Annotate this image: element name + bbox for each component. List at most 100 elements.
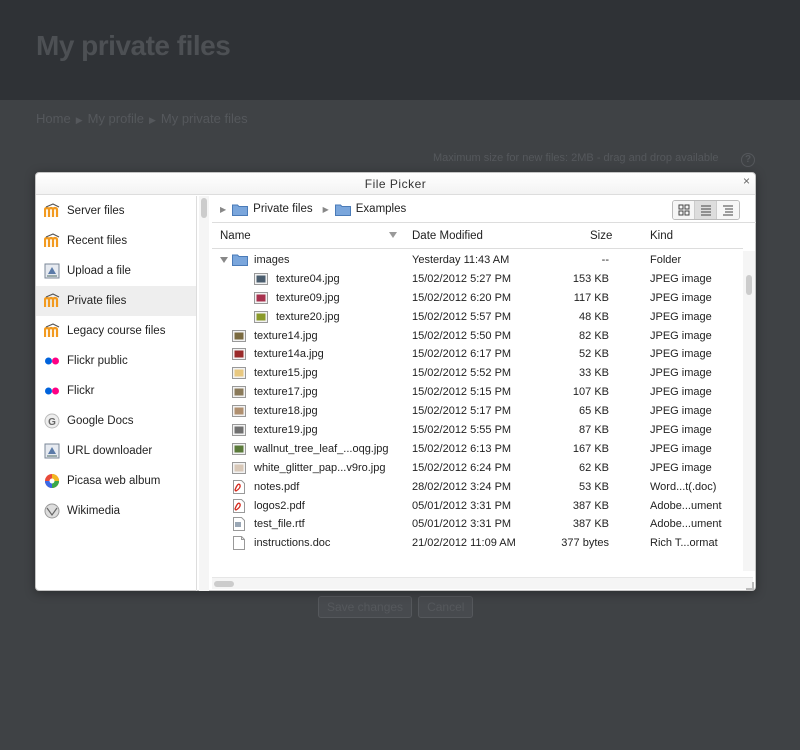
file-size: -- [601,254,609,266]
sidebar-item-legacy-course-files[interactable]: Legacy course files [36,316,196,346]
close-icon[interactable]: × [743,174,750,188]
file-kind: Folder [650,254,682,266]
column-date[interactable]: Date Modified [412,230,483,242]
tree-view-button[interactable] [717,201,739,219]
pdf-file-icon [232,498,246,513]
file-row[interactable]: logos2.pdf 05/01/2012 3:31 PM 387 KB Adobe.… [212,498,743,517]
expand-arrow-icon[interactable] [220,257,228,263]
file-size: 387 KB [572,499,609,512]
file-name: notes.pdf [254,480,300,493]
image-file-icon [232,423,246,437]
file-kind: JPEG image [650,367,712,380]
moodle-icon [43,323,60,339]
sort-down-icon[interactable] [389,232,397,238]
file-kind: JPEG image [650,310,712,323]
sidebar-item-flickr-public[interactable]: Flickr public [36,346,196,376]
sidebar-item-picasa-web-album[interactable]: Picasa web album [36,466,196,496]
file-name: wallnut_tree_leaf_...oqg.jpg [254,442,389,455]
file-row[interactable]: texture14.jpg 15/02/2012 5:50 PM 82 KB JPEG… [212,328,743,347]
file-size: 62 KB [579,461,609,474]
file-kind: JPEG image [650,329,712,342]
breadcrumb-current: My private files [160,111,248,126]
file-row[interactable]: notes.pdf 28/02/2012 3:24 PM 53 KB Word...t… [212,479,743,498]
folder-icon [232,204,249,216]
sidebar-item-label: Private files [67,295,127,307]
file-row[interactable]: texture20.jpg 15/02/2012 5:57 PM 48 KB JPEG… [212,309,743,328]
file-size: 167 KB [572,442,609,455]
list-icon [700,205,711,216]
help-icon[interactable]: ? [741,153,755,167]
file-row[interactable]: texture09.jpg 15/02/2012 6:20 PM 117 KB JPE… [212,290,743,309]
sidebar-item-flickr[interactable]: Flickr [36,376,196,406]
file-size: 117 KB [573,291,609,304]
file-row[interactable]: white_glitter_pap...v9ro.jpg 15/02/2012 6… [212,460,743,479]
list-view-button[interactable] [695,201,717,219]
column-size[interactable]: Size [590,230,612,242]
sidebar-item-url-downloader[interactable]: URL downloader [36,436,196,466]
file-list-vertical-scrollbar[interactable] [743,251,755,571]
file-row[interactable]: texture18.jpg 15/02/2012 5:17 PM 65 KB JPEG… [212,403,743,422]
breadcrumb-home[interactable]: Home [36,111,71,126]
sidebar-item-label: Recent files [67,235,128,247]
file-kind: JPEG image [650,442,712,455]
file-date: 21/02/2012 11:09 AM [412,537,516,550]
file-name: images [254,254,290,266]
sidebar-item-label: Server files [67,205,125,217]
file-list-horizontal-scrollbar[interactable] [212,577,753,589]
save-changes-button[interactable]: Save changes [318,596,413,618]
file-size: 153 KB [572,272,609,285]
breadcrumb-profile[interactable]: My profile [88,111,144,126]
column-name[interactable]: Name [220,230,251,242]
file-row[interactable]: texture17.jpg 15/02/2012 5:15 PM 107 KB JPE… [212,384,743,403]
form-buttons: Save changes Cancel [318,596,474,618]
file-date: 15/02/2012 6:17 PM [412,348,512,361]
file-list: images Yesterday 11:43 AM -- Folder texture0… [212,252,743,554]
file-row[interactable]: test_file.rtf 05/01/2012 3:31 PM 387 KB Ado… [212,516,743,535]
cancel-button[interactable]: Cancel [418,596,474,618]
sidebar-scrollbar[interactable] [199,196,209,591]
file-row[interactable]: texture19.jpg 15/02/2012 5:55 PM 87 KB JPEG… [212,422,743,441]
image-file-icon [232,442,246,456]
moodle-icon [43,293,60,309]
file-row[interactable]: texture15.jpg 15/02/2012 5:52 PM 33 KB JPEG… [212,365,743,384]
sidebar-item-private-files[interactable]: Private files [36,286,196,316]
sidebar-item-google-docs[interactable]: G Google Docs [36,406,196,436]
column-header: Name Date Modified Size Kind [212,224,743,249]
file-name: logos2.pdf [254,499,305,512]
file-date: 15/02/2012 5:27 PM [412,272,512,285]
sidebar-item-recent-files[interactable]: Recent files [36,226,196,256]
file-size: 48 KB [579,310,609,323]
file-date: 15/02/2012 6:20 PM [412,291,512,304]
sidebar-item-server-files[interactable]: Server files [36,196,196,226]
path-private-files[interactable]: Private files [253,203,312,215]
file-row[interactable]: texture14a.jpg 15/02/2012 6:17 PM 52 KB JPE… [212,346,743,365]
file-name: texture15.jpg [254,367,318,380]
sidebar-item-label: URL downloader [67,445,153,457]
path-arrow-icon: ▶ [220,204,227,214]
file-size: 87 KB [579,424,609,437]
file-picker-dialog: File Picker × Server files Recent files Up… [35,172,756,591]
sidebar-item-upload-a-file[interactable]: Upload a file [36,256,196,286]
file-kind: Adobe...ument [650,518,722,531]
icon-view-button[interactable] [673,201,695,219]
column-kind[interactable]: Kind [650,230,673,242]
file-row[interactable]: texture04.jpg 15/02/2012 5:27 PM 153 KB JPE… [212,271,743,290]
file-date: 15/02/2012 5:55 PM [412,424,512,437]
resize-handle-icon[interactable] [746,582,754,590]
google-icon: G [44,413,60,429]
file-name: instructions.doc [254,537,331,550]
file-size: 377 bytes [561,537,609,550]
file-row[interactable]: wallnut_tree_leaf_...oqg.jpg 15/02/2012 6… [212,441,743,460]
picasa-icon [44,473,60,489]
page-title: My private files [36,30,231,61]
file-date: 15/02/2012 6:13 PM [412,442,512,455]
file-name: texture14a.jpg [254,348,324,361]
path-examples[interactable]: Examples [356,203,407,215]
sidebar-item-wikimedia[interactable]: Wikimedia [36,496,196,526]
file-date: 15/02/2012 6:24 PM [412,461,512,474]
document-file-icon [232,536,246,551]
file-kind: JPEG image [650,386,712,399]
upload-icon [44,443,60,459]
file-row[interactable]: instructions.doc 21/02/2012 11:09 AM 377 b… [212,535,743,554]
folder-row[interactable]: images Yesterday 11:43 AM -- Folder [212,252,743,271]
